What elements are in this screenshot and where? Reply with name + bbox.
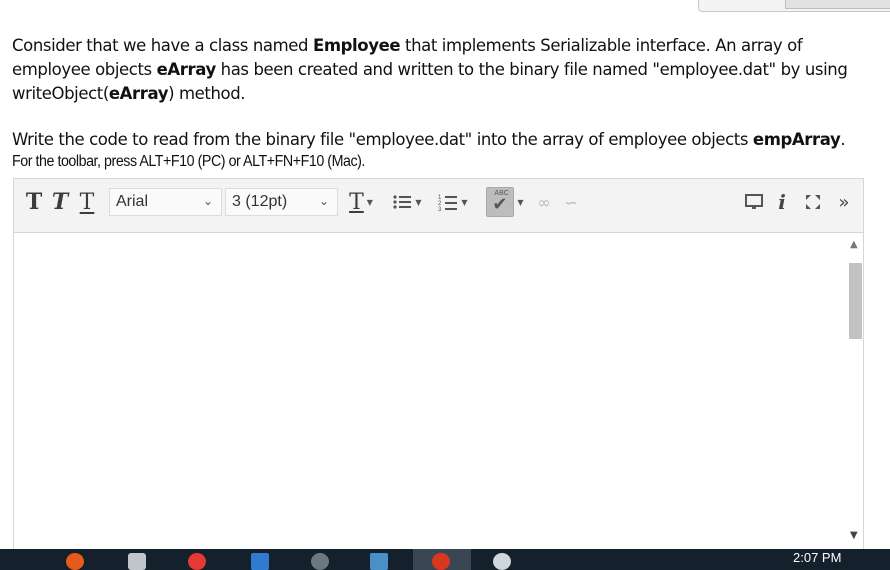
question-paragraph-2: Write the code to read from the binary f… [12, 130, 846, 149]
active-app-icon[interactable] [432, 553, 450, 570]
firefox-icon[interactable] [66, 553, 84, 570]
scroll-up-icon[interactable]: ▲ [850, 239, 858, 250]
link-icon[interactable]: ∞ [533, 187, 555, 217]
toolbar-hint: For the toolbar, press ALT+F10 (PC) or A… [12, 153, 365, 170]
numbered-list-button[interactable]: 1 2 3 ▼ [433, 187, 473, 217]
array-name-2: eArray [108, 84, 169, 103]
spellcheck-button[interactable]: ABC ✔ ▼ [483, 187, 527, 217]
caret-down-icon: ▼ [366, 197, 373, 207]
dialog-fragment [698, 0, 890, 12]
scroll-down-icon[interactable]: ▼ [850, 530, 858, 541]
svg-text:3: 3 [438, 207, 442, 212]
question-text: Consider that we have a class named Empl… [12, 34, 872, 152]
dialog-fragment-button[interactable] [785, 0, 890, 9]
more-icon[interactable]: » [832, 187, 856, 217]
caret-down-icon: ▼ [517, 197, 524, 207]
fullscreen-icon [806, 195, 820, 209]
bullet-list-icon [393, 195, 412, 209]
bullet-list-button[interactable]: ▼ [389, 187, 425, 217]
class-name: Employee [312, 36, 401, 55]
text-color-button[interactable]: T ▼ [343, 187, 379, 217]
info-icon[interactable]: i [774, 187, 790, 217]
app-icon[interactable] [370, 553, 388, 570]
preview-icon [745, 194, 763, 209]
chevron-down-icon: ⌄ [318, 194, 329, 208]
scrollbar-thumb[interactable] [849, 263, 862, 339]
taskbar: 2:07 PM [0, 549, 890, 570]
underline-icon[interactable]: T [76, 187, 98, 217]
fullscreen-button[interactable] [801, 187, 825, 217]
font-size-value: 3 (12pt) [232, 193, 288, 210]
rich-text-editor: T T T Arial ⌄ 3 (12pt) ⌄ T ▼ ▼ 1 2 3 ▼ A… [13, 178, 864, 560]
browser-icon[interactable] [493, 553, 511, 570]
target-array-name: empArray [752, 130, 841, 149]
editor-toolbar: T T T Arial ⌄ 3 (12pt) ⌄ T ▼ ▼ 1 2 3 ▼ A… [14, 179, 863, 233]
caret-down-icon: ▼ [461, 197, 468, 207]
array-name: eArray [156, 60, 217, 79]
preview-button[interactable] [742, 187, 766, 217]
editor-content-area[interactable] [14, 233, 863, 559]
spellcheck-icon: ABC ✔ [486, 187, 515, 217]
question-paragraph-1: Consider that we have a class named Empl… [12, 36, 848, 103]
font-family-value: Arial [116, 193, 149, 210]
font-size-select[interactable]: 3 (12pt) ⌄ [225, 188, 338, 216]
italic-icon[interactable]: T [49, 187, 71, 217]
bold-icon[interactable]: T [23, 187, 45, 217]
text-color-icon: T [349, 189, 364, 215]
unlink-icon[interactable]: ∽ [559, 187, 583, 217]
folder-icon[interactable] [251, 553, 269, 570]
chevron-down-icon: ⌄ [202, 194, 213, 208]
numbered-list-icon: 1 2 3 [438, 195, 458, 212]
taskbar-clock[interactable]: 2:07 PM [793, 550, 841, 565]
editor-scrollbar[interactable]: ▲ ▼ [845, 233, 863, 541]
settings-icon[interactable] [311, 553, 329, 570]
font-family-select[interactable]: Arial ⌄ [109, 188, 222, 216]
dropbox-icon[interactable] [128, 553, 146, 570]
chrome-icon[interactable] [188, 553, 206, 570]
caret-down-icon: ▼ [415, 197, 422, 207]
